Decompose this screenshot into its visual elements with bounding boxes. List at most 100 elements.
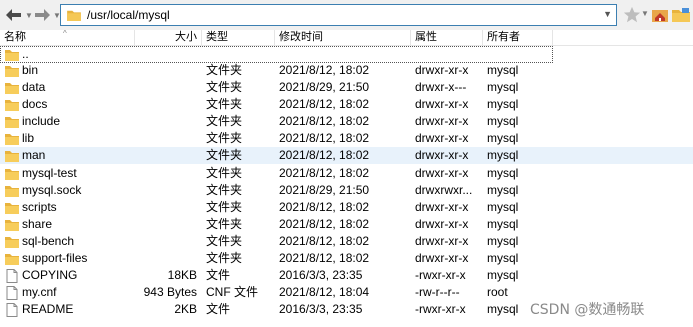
file-name: lib — [22, 131, 35, 145]
file-name-cell: include — [4, 113, 60, 130]
file-row[interactable]: mysql.sock 文件夹 2021/8/29, 21:50 drwxrwxr...… — [0, 182, 693, 199]
file-icon — [6, 268, 18, 283]
file-modified: 2016/3/3, 23:35 — [279, 302, 363, 316]
file-type: 文件 — [206, 302, 231, 316]
file-modified: 2021/8/12, 18:02 — [279, 131, 370, 145]
file-row[interactable]: man 文件夹 2021/8/12, 18:02 drwxr-xr-x mysql — [0, 147, 693, 164]
file-name-cell: lib — [4, 130, 34, 147]
file-row[interactable]: scripts 文件夹 2021/8/12, 18:02 drwxr-xr-x mysq… — [0, 199, 693, 216]
path-text[interactable]: /usr/local/mysql — [87, 8, 170, 22]
folder-icon[interactable] — [672, 8, 690, 22]
file-row[interactable]: support-files 文件夹 2021/8/12, 18:02 drwxr-xr… — [0, 250, 693, 267]
file-row[interactable]: COPYING 18KB 文件 2016/3/3, 23:35 -rwxr-xr-x my… — [0, 267, 693, 284]
column-attributes[interactable]: 属性 — [411, 30, 483, 46]
file-type: 文件夹 — [206, 80, 243, 94]
file-name-cell: mysql-test — [4, 165, 77, 182]
file-name-cell: share — [4, 216, 52, 233]
file-size — [135, 147, 197, 164]
file-type: CNF 文件 — [206, 285, 258, 299]
column-modified[interactable]: 修改时间 — [275, 30, 411, 46]
file-attributes: drwxr-xr-x — [415, 131, 469, 145]
column-type[interactable]: 类型 — [202, 30, 275, 46]
file-owner: mysql — [487, 148, 519, 162]
file-row[interactable]: .. — [0, 46, 553, 63]
column-size[interactable]: 大小 — [135, 30, 202, 46]
file-name: my.cnf — [22, 285, 57, 299]
folder-icon — [5, 116, 19, 128]
file-owner: mysql — [487, 166, 519, 180]
file-row[interactable]: share 文件夹 2021/8/12, 18:02 drwxr-xr-x mysql — [0, 216, 693, 233]
file-row[interactable]: docs 文件夹 2021/8/12, 18:02 drwxr-xr-x mysql — [0, 96, 693, 113]
folder-icon — [5, 99, 19, 111]
file-name-cell: mysql.sock — [4, 182, 81, 199]
file-name-cell: sql-bench — [4, 233, 74, 250]
folder-icon — [5, 253, 19, 265]
column-owner[interactable]: 所有者 — [483, 30, 553, 46]
file-modified: 2021/8/12, 18:02 — [279, 217, 370, 231]
file-owner: mysql — [487, 183, 519, 197]
file-name: share — [22, 217, 53, 231]
file-modified: 2021/8/12, 18:02 — [279, 166, 370, 180]
chevron-down-icon[interactable]: ▼ — [603, 9, 612, 19]
forward-button[interactable]: ▼ — [32, 5, 61, 25]
file-modified: 2021/8/12, 18:02 — [279, 148, 370, 162]
file-attributes: drwxr-x--- — [415, 80, 467, 94]
file-owner: mysql — [487, 251, 519, 265]
home-icon[interactable] — [652, 7, 668, 22]
file-name: docs — [22, 97, 48, 111]
file-name: mysql-test — [22, 166, 77, 180]
file-modified: 2016/3/3, 23:35 — [279, 268, 363, 282]
file-size — [135, 165, 197, 182]
watermark: CSDN @数通畅联 — [530, 302, 645, 318]
file-name: include — [22, 114, 61, 128]
file-name-cell: support-files — [4, 250, 87, 267]
file-type: 文件夹 — [206, 131, 243, 145]
file-type: 文件夹 — [206, 183, 243, 197]
file-icon — [6, 302, 18, 317]
file-modified: 2021/8/12, 18:02 — [279, 63, 370, 77]
file-attributes: -rw-r--r-- — [415, 285, 460, 299]
file-size — [135, 62, 197, 79]
file-name-cell: docs — [4, 96, 47, 113]
file-type: 文件夹 — [206, 97, 243, 111]
chevron-down-icon[interactable]: ▼ — [641, 9, 649, 18]
column-size-label: 大小 — [175, 31, 197, 43]
file-size: 943 Bytes — [143, 285, 197, 299]
back-button[interactable]: ▼ — [4, 5, 33, 25]
file-size — [135, 182, 197, 199]
file-owner: mysql — [487, 302, 519, 316]
star-icon[interactable] — [623, 6, 641, 24]
file-name-cell: data — [4, 79, 45, 96]
folder-icon — [5, 236, 19, 248]
folder-icon — [5, 65, 19, 77]
file-size — [135, 96, 197, 113]
file-name: man — [22, 148, 46, 162]
file-attributes: drwxr-xr-x — [415, 114, 469, 128]
folder-icon — [5, 202, 19, 214]
column-name[interactable]: 名称 ^ — [0, 29, 135, 46]
file-size — [135, 79, 197, 96]
file-row[interactable]: lib 文件夹 2021/8/12, 18:02 drwxr-xr-x mysql — [0, 130, 693, 147]
file-row[interactable]: bin 文件夹 2021/8/12, 18:02 drwxr-xr-x mysql — [0, 62, 693, 79]
file-name: bin — [22, 63, 39, 77]
file-attributes: drwxr-xr-x — [415, 217, 469, 231]
file-name-cell: my.cnf — [4, 284, 56, 301]
file-row[interactable]: include 文件夹 2021/8/12, 18:02 drwxr-xr-x mysq… — [0, 113, 693, 130]
file-row[interactable]: data 文件夹 2021/8/29, 21:50 drwxr-x--- mysql — [0, 79, 693, 96]
column-attributes-label: 属性 — [415, 31, 437, 43]
file-name-cell: bin — [4, 62, 38, 79]
file-row[interactable]: sql-bench 文件夹 2021/8/12, 18:02 drwxr-xr-x my… — [0, 233, 693, 250]
folder-icon — [5, 168, 19, 180]
file-name-cell: .. — [4, 46, 29, 63]
file-owner: mysql — [487, 217, 519, 231]
column-modified-label: 修改时间 — [279, 31, 323, 43]
file-row[interactable]: mysql-test 文件夹 2021/8/12, 18:02 drwxr-xr-x m… — [0, 165, 693, 182]
column-header: 名称 ^ 大小 类型 修改时间 属性 所有者 — [0, 29, 693, 46]
file-attributes: drwxr-xr-x — [415, 63, 469, 77]
file-name: .. — [22, 47, 29, 61]
file-size: 2KB — [174, 302, 197, 316]
folder-icon — [5, 49, 19, 61]
path-field[interactable]: /usr/local/mysql ▼ — [60, 4, 617, 26]
file-type: 文件夹 — [206, 234, 243, 248]
file-name: sql-bench — [22, 234, 75, 248]
